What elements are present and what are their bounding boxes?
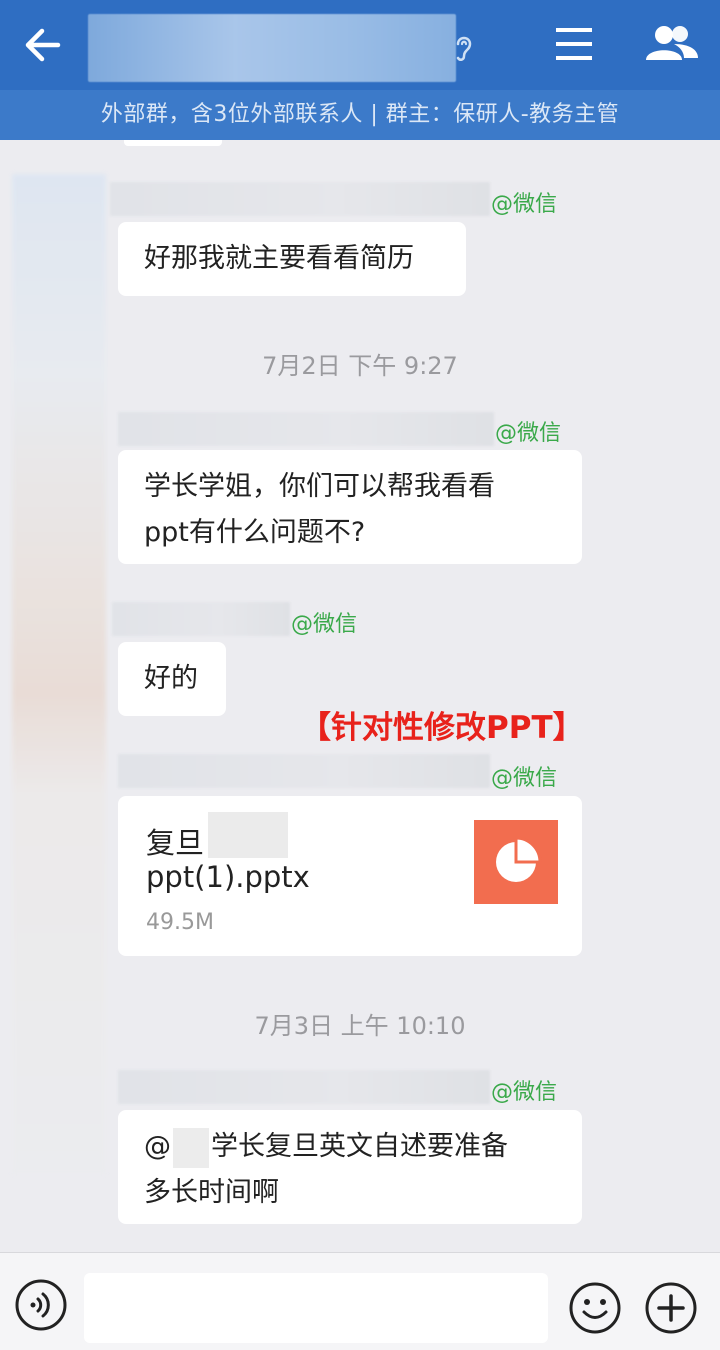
emoji-icon[interactable] xyxy=(568,1281,622,1335)
menu-icon[interactable] xyxy=(552,22,596,66)
chat-area[interactable]: @微信 好那我就主要看看简历 7月2日 下午 9:27 @微信 学长学姐，你们可… xyxy=(0,140,720,1252)
ear-icon xyxy=(456,36,472,61)
wechat-source-tag: @微信 xyxy=(491,766,558,791)
sender-name-redacted xyxy=(118,412,494,446)
message-text-line: 多长时间啊 xyxy=(144,1177,279,1208)
title-bar xyxy=(0,0,720,90)
sender-name-redacted xyxy=(118,754,490,788)
message-text-line: @ 学长复旦英文自述要准备 xyxy=(144,1124,556,1170)
wechat-source-tag: @微信 xyxy=(291,612,358,637)
mention-name-redacted xyxy=(173,1127,209,1168)
ppt-pie-icon xyxy=(474,820,558,904)
wechat-source-tag: @微信 xyxy=(491,192,558,217)
message-text: 好那我就主要看看简历 xyxy=(144,243,414,274)
sender-name-redacted xyxy=(118,1070,490,1104)
sender-name-redacted xyxy=(110,182,490,216)
message-bubble[interactable]: 学长学姐，你们可以帮我看看 ppt有什么问题不? xyxy=(118,450,582,564)
back-arrow-icon[interactable] xyxy=(18,18,72,72)
timestamp: 7月2日 下午 9:27 xyxy=(262,352,458,380)
file-name-line: ppt(1).pptx xyxy=(146,860,310,894)
file-size: 49.5M xyxy=(146,910,214,935)
sender-name-redacted xyxy=(112,602,290,636)
group-name-redacted xyxy=(88,14,456,82)
input-bar xyxy=(0,1252,720,1350)
message-bubble[interactable]: @ 学长复旦英文自述要准备 多长时间啊 xyxy=(118,1110,582,1224)
plus-icon[interactable] xyxy=(644,1281,698,1335)
voice-icon[interactable] xyxy=(14,1278,68,1332)
message-text-line: 学长学姐，你们可以帮我看看 xyxy=(144,471,495,502)
message-text-line: ppt有什么问题不? xyxy=(144,517,366,548)
file-name-redacted xyxy=(208,812,288,858)
file-name-line: 复旦 xyxy=(146,826,205,860)
group-info-bar: 外部群，含3位外部联系人 | 群主：保研人-教务主管 xyxy=(0,90,720,140)
mention-symbol: @ xyxy=(144,1131,171,1162)
annotation-label: 【针对性修改PPT】 xyxy=(300,710,584,746)
wechat-source-tag: @微信 xyxy=(491,1080,558,1105)
message-bubble[interactable]: 好的 xyxy=(118,642,226,716)
message-bubble[interactable]: 好那我就主要看看简历 xyxy=(118,222,466,296)
message-text: 好的 xyxy=(144,663,198,694)
wechat-source-tag: @微信 xyxy=(495,421,562,446)
group-members-icon[interactable] xyxy=(644,22,700,66)
message-text: 学长复旦英文自述要准备 xyxy=(211,1131,508,1162)
file-message-card[interactable]: 复旦 ppt(1).pptx 49.5M xyxy=(118,796,582,956)
previous-bubble-edge xyxy=(124,140,222,146)
timestamp: 7月3日 上午 10:10 xyxy=(254,1012,466,1040)
message-input[interactable] xyxy=(84,1273,548,1343)
